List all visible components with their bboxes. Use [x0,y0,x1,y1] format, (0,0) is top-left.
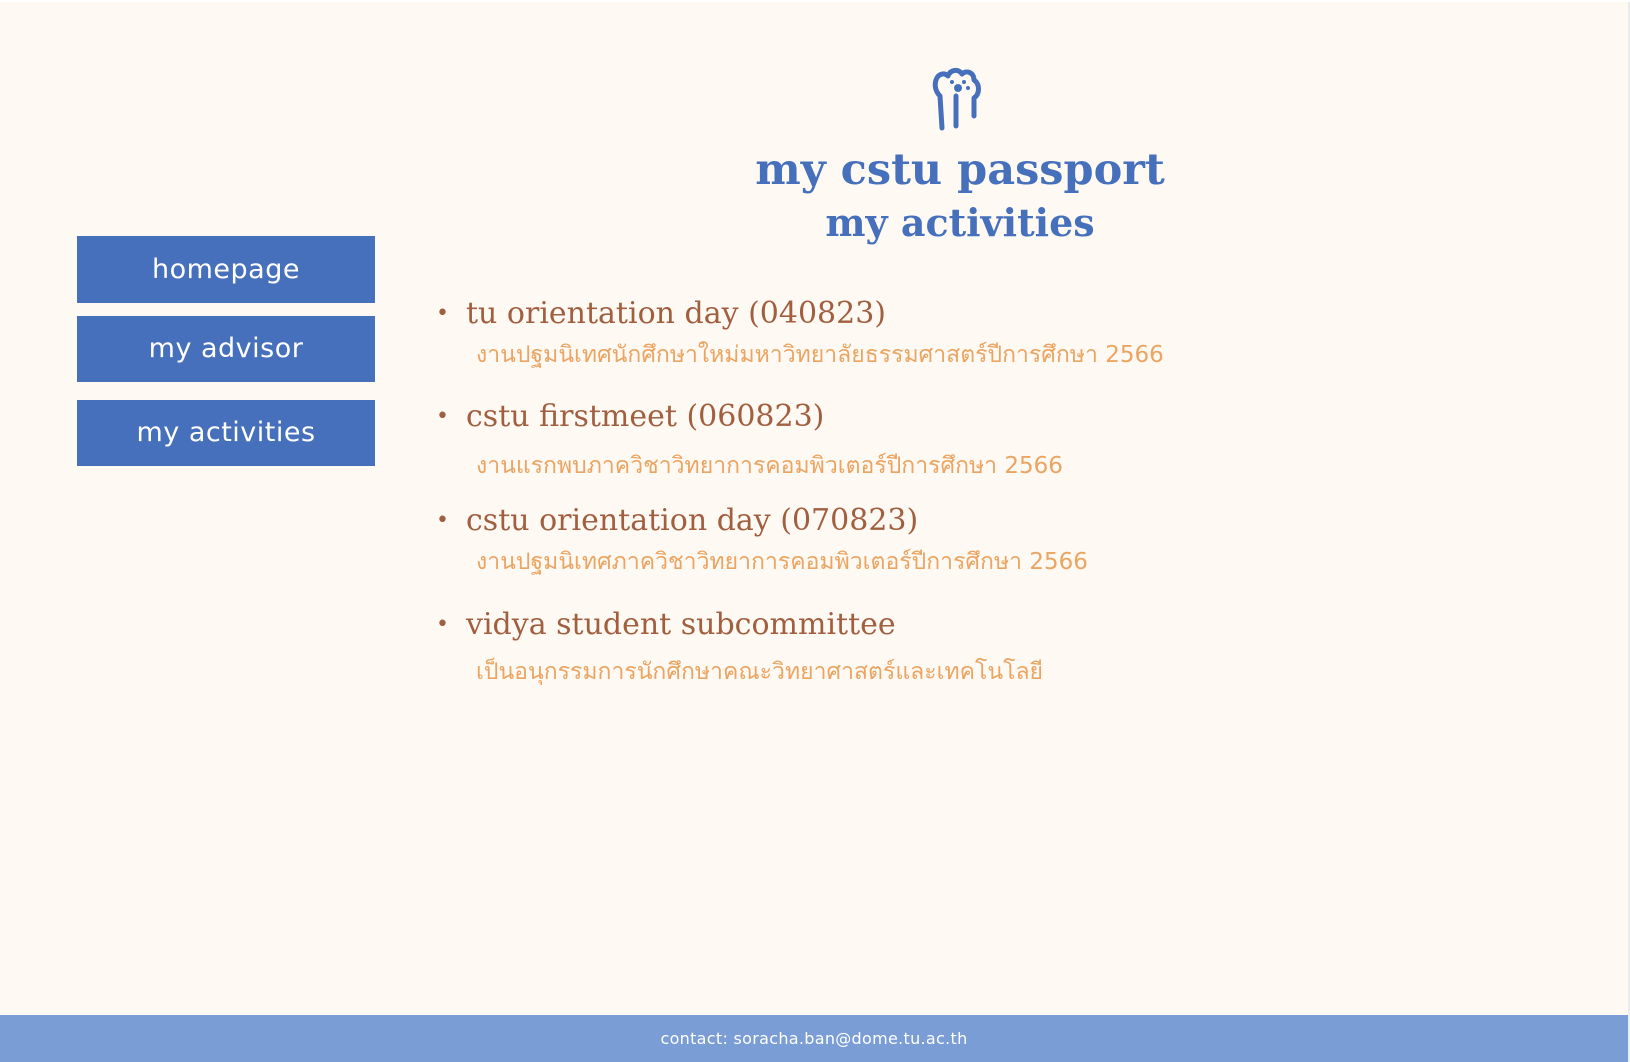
cat-paw-icon [930,66,986,136]
activity-item: • cstu firstmeet (060823) งานแรกพบภาควิช… [436,395,1236,479]
activity-description: งานปฐมนิเทศนักศึกษาใหม่มหาวิทยาลัยธรรมศา… [476,342,1164,368]
sidebar-nav: homepage my advisor my activities [77,236,375,479]
activity-item: • cstu orientation day (070823) งานปฐมนิ… [436,499,1236,579]
page-subtitle: my activities [825,200,1095,245]
activity-name: tu orientation day (040823) [466,296,886,331]
bullet-icon: • [436,612,449,637]
activity-item: • vidya student subcommittee เป็นอนุกรรม… [436,603,1236,685]
activity-description: งานปฐมนิเทศภาควิชาวิทยาการคอมพิวเตอร์ปีก… [476,549,1088,575]
activity-name: cstu firstmeet (060823) [466,399,825,434]
activity-description: เป็นอนุกรรมการนักศึกษาคณะวิทยาศาสตร์และเ… [476,659,1044,685]
activity-name: cstu orientation day (070823) [466,503,919,538]
bullet-icon: • [436,301,449,326]
nav-my-activities-button[interactable]: my activities [77,400,375,466]
page-title: my cstu passport [755,145,1165,195]
activity-item: • tu orientation day (040823) งานปฐมนิเท… [436,292,1236,372]
bullet-icon: • [436,404,449,429]
footer: contact: soracha.ban@dome.tu.ac.th [0,1015,1628,1062]
nav-my-advisor-button[interactable]: my advisor [77,316,375,382]
nav-homepage-button[interactable]: homepage [77,236,375,303]
activity-description: งานแรกพบภาควิชาวิทยาการคอมพิวเตอร์ปีการศ… [476,453,1063,479]
footer-contact: contact: soracha.ban@dome.tu.ac.th [660,1029,968,1048]
bullet-icon: • [436,508,449,533]
page: my cstu passport my activities homepage … [0,2,1630,1062]
activity-name: vidya student subcommittee [466,607,896,642]
